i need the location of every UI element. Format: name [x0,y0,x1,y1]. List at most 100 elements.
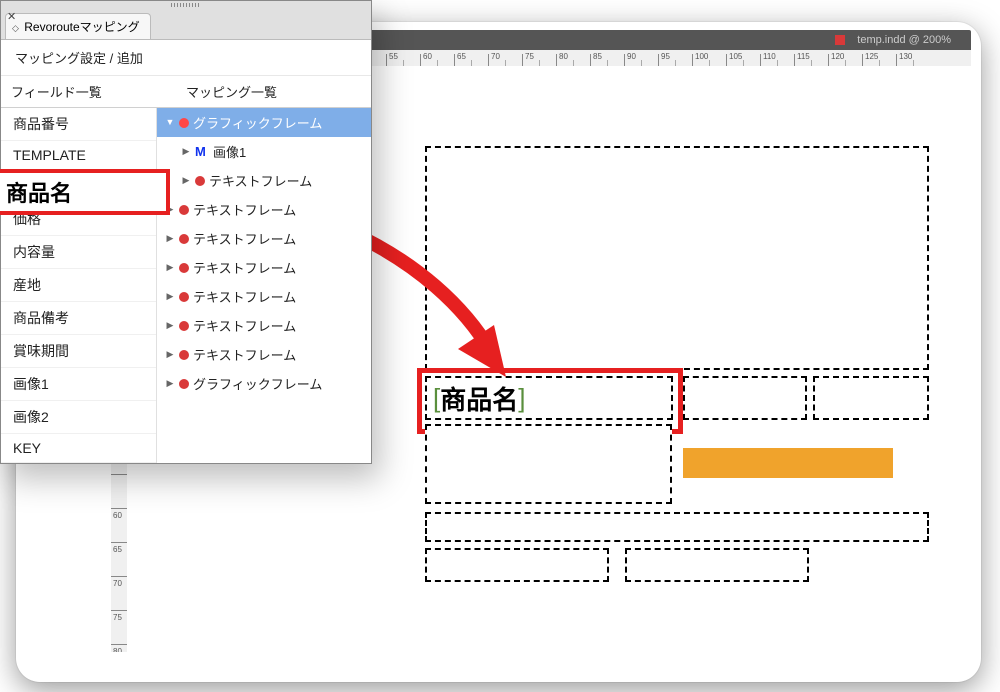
mapping-item-label: テキストフレーム [193,200,296,219]
document-title: temp.indd @ 200% [857,34,951,46]
header-mapping-list: マッピング一覧 [176,76,371,107]
status-dot-icon [179,350,189,360]
color-swatch-rect[interactable] [683,448,893,478]
mapping-list-item[interactable]: ▼ グラフィックフレーム [157,108,371,137]
mapping-list-item[interactable]: ▶ テキストフレーム [157,253,371,282]
mapping-item-label: テキストフレーム [209,171,312,190]
ruler-tick: 60 [420,54,454,66]
ruler-tick: 90 [624,54,658,66]
field-list: 商品番号TEMPLATE商品名価格内容量産地商品備考賞味期間画像1画像2KEY [1,108,157,463]
ruler-tick: 75 [522,54,556,66]
graphic-frame-main[interactable] [425,146,929,370]
mapping-list-item[interactable]: ▶ テキストフレーム [157,224,371,253]
image-badge-icon: M [195,144,209,159]
chevron-right-icon[interactable]: ▶ [165,233,175,244]
mapping-item-label: テキストフレーム [193,258,296,277]
header-field-list: フィールド一覧 [1,76,176,107]
mapping-item-label: テキストフレーム [193,229,296,248]
ruler-tick: 115 [794,54,828,66]
field-list-item[interactable]: 商品名 [1,170,156,203]
chevron-right-icon[interactable]: ▶ [165,320,175,331]
ruler-tick: 65 [454,54,488,66]
text-frame[interactable] [683,376,807,420]
status-dot-icon [179,205,189,215]
sort-icon: ◇ [12,23,19,33]
mapping-panel: ✕ ◇ Revorouteマッピング マッピング設定 / 追加 フィールド一覧 … [0,0,372,464]
ruler-tick: 80 [111,644,127,652]
field-list-item[interactable]: 産地 [1,269,156,302]
chevron-right-icon[interactable]: ▶ [165,378,175,389]
ruler-tick: 60 [111,508,127,542]
mapping-list-item[interactable]: ▶ テキストフレーム [157,195,371,224]
panel-tab-label: Revorouteマッピング [24,20,139,34]
chevron-right-icon[interactable]: ▶ [165,204,175,215]
tab-close-icon[interactable] [835,35,845,45]
ruler-tick [111,474,127,508]
ruler-tick: 110 [760,54,794,66]
mapping-list-item[interactable]: ▶ テキストフレーム [157,282,371,311]
ruler-tick: 100 [692,54,726,66]
status-dot-icon [179,292,189,302]
chevron-right-icon[interactable]: ▶ [165,262,175,273]
text-frame[interactable] [625,548,809,582]
chevron-down-icon[interactable]: ▼ [165,117,175,127]
field-list-item[interactable]: TEMPLATE [1,141,156,170]
mapping-item-label: グラフィックフレーム [193,113,322,132]
mapping-list-item[interactable]: ▶ M 画像1 [157,137,371,166]
mapping-list: ▼ グラフィックフレーム ▶ M 画像1 ▶ テキストフレーム ▶ テキストフレーム ▶ テキストフ… [157,108,371,463]
status-dot-icon [179,118,189,128]
ruler-tick: 130 [896,54,930,66]
mapping-item-label: テキストフレーム [193,345,296,364]
panel-tab-mapping[interactable]: ◇ Revorouteマッピング [5,13,151,39]
status-dot-icon [179,379,189,389]
mapping-item-label: 画像1 [213,142,246,161]
text-frame[interactable] [425,512,929,542]
ruler-tick: 65 [111,542,127,576]
ruler-tick: 125 [862,54,896,66]
panel-column-headers: フィールド一覧 マッピング一覧 [1,76,371,108]
status-dot-icon [179,321,189,331]
field-list-item[interactable]: 商品番号 [1,108,156,141]
chevron-right-icon[interactable]: ▶ [165,349,175,360]
field-list-item[interactable]: 画像2 [1,401,156,434]
chevron-right-icon[interactable]: ▶ [181,175,191,186]
ruler-tick: 70 [111,576,127,610]
status-dot-icon [179,263,189,273]
placeholder-bracket-left-icon: [ [433,383,440,414]
field-list-item[interactable]: 内容量 [1,236,156,269]
mapping-list-item[interactable]: ▶ テキストフレーム [157,166,371,195]
text-frame[interactable] [425,548,609,582]
text-frame[interactable] [813,376,929,420]
mapping-list-item[interactable]: ▶ グラフィックフレーム [157,369,371,398]
ruler-tick: 85 [590,54,624,66]
panel-settings-link[interactable]: マッピング設定 / 追加 [1,40,371,76]
mapping-item-label: テキストフレーム [193,316,296,335]
ruler-tick: 95 [658,54,692,66]
chevron-right-icon[interactable]: ▶ [165,291,175,302]
ruler-tick: 75 [111,610,127,644]
ruler-tick: 70 [488,54,522,66]
status-dot-icon [195,176,205,186]
mapping-item-label: グラフィックフレーム [193,374,322,393]
placeholder-text: 商品名 [440,380,518,417]
text-frame[interactable] [425,424,672,504]
field-list-item[interactable]: 価格 [1,203,156,236]
ruler-tick: 55 [386,54,420,66]
chevron-right-icon[interactable]: ▶ [181,146,191,157]
panel-close-button[interactable]: ✕ [7,12,17,22]
panel-body: 商品番号TEMPLATE商品名価格内容量産地商品備考賞味期間画像1画像2KEY … [1,108,371,463]
field-list-item[interactable]: KEY [1,434,156,463]
field-list-item[interactable]: 画像1 [1,368,156,401]
placeholder-bracket-right-icon: ] [518,383,525,414]
text-frame-product-name[interactable]: [ 商品名 ] [425,376,673,420]
ruler-tick: 105 [726,54,760,66]
mapping-item-label: テキストフレーム [193,287,296,306]
ruler-tick: 80 [556,54,590,66]
mapping-list-item[interactable]: ▶ テキストフレーム [157,311,371,340]
panel-drag-handle[interactable] [1,1,371,9]
panel-tab-row: ◇ Revorouteマッピング [1,9,371,40]
field-list-item[interactable]: 商品備考 [1,302,156,335]
mapping-list-item[interactable]: ▶ テキストフレーム [157,340,371,369]
field-list-item[interactable]: 賞味期間 [1,335,156,368]
status-dot-icon [179,234,189,244]
